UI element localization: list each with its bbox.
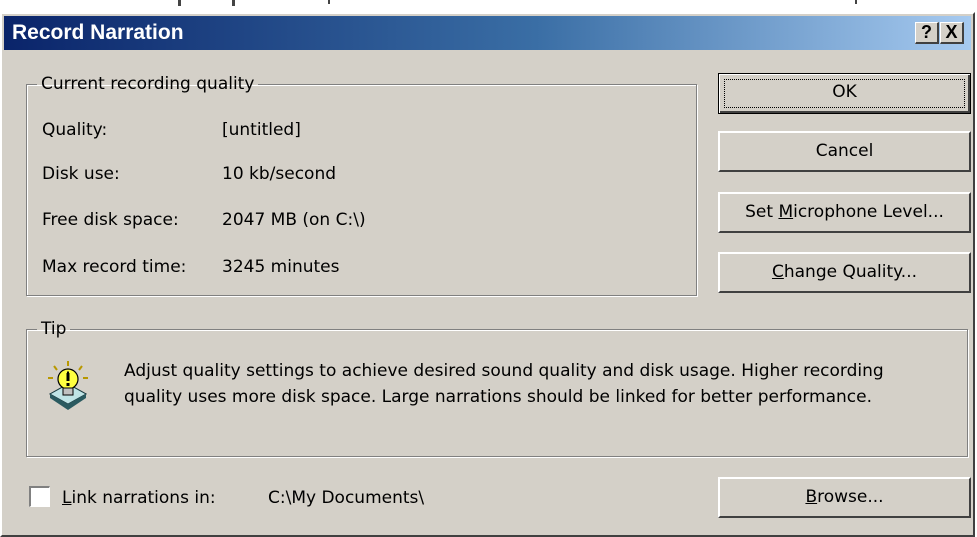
lightbulb-tip-icon bbox=[44, 360, 92, 418]
title-bar[interactable]: Record Narration ? X bbox=[4, 16, 971, 50]
browse-label: Browse... bbox=[805, 487, 884, 507]
set-microphone-level-button[interactable]: Set Microphone Level... bbox=[718, 192, 971, 233]
background-strip bbox=[0, 0, 977, 12]
cancel-button[interactable]: Cancel bbox=[718, 131, 971, 172]
background-mark bbox=[328, 0, 330, 4]
background-mark bbox=[178, 0, 181, 6]
browse-button[interactable]: Browse... bbox=[718, 477, 971, 518]
disk-use-row: Disk use: 10 kb/second bbox=[42, 164, 336, 184]
tip-legend: Tip bbox=[41, 319, 67, 339]
disk-use-label: Disk use: bbox=[42, 164, 120, 184]
quality-value: [untitled] bbox=[222, 120, 301, 140]
background-mark bbox=[855, 0, 857, 4]
help-button[interactable]: ? bbox=[915, 22, 939, 44]
background-mark bbox=[232, 0, 235, 6]
link-narrations-checkbox[interactable] bbox=[29, 486, 50, 507]
max-record-time-value: 3245 minutes bbox=[222, 257, 340, 277]
close-button[interactable]: X bbox=[940, 22, 964, 44]
max-record-time-row: Max record time: 3245 minutes bbox=[42, 257, 339, 277]
link-narrations-label[interactable]: Link narrations in: bbox=[62, 488, 216, 508]
disk-use-value: 10 kb/second bbox=[222, 164, 337, 184]
free-disk-space-label: Free disk space: bbox=[42, 210, 179, 230]
quality-row: Quality: [untitled] bbox=[42, 120, 301, 140]
max-record-time-label: Max record time: bbox=[42, 257, 187, 277]
free-disk-space-row: Free disk space: 2047 MB (on C:\) bbox=[42, 210, 366, 230]
window-title: Record Narration bbox=[12, 21, 184, 44]
tip-text: Adjust quality settings to achieve desir… bbox=[124, 361, 884, 407]
cancel-label: Cancel bbox=[815, 141, 874, 161]
ok-label: OK bbox=[832, 82, 857, 102]
current-quality-legend: Current recording quality bbox=[41, 74, 255, 94]
record-narration-dialog: Record Narration ? X Current recording q… bbox=[0, 12, 975, 537]
set-microphone-level-label: Set Microphone Level... bbox=[745, 202, 944, 222]
close-icon: X bbox=[945, 22, 958, 42]
change-quality-label: Change Quality... bbox=[771, 262, 918, 282]
help-icon: ? bbox=[921, 22, 932, 42]
ok-button[interactable]: OK bbox=[718, 73, 971, 114]
free-disk-space-value: 2047 MB (on C:\) bbox=[222, 210, 366, 230]
quality-label: Quality: bbox=[42, 120, 108, 140]
narrations-path: C:\My Documents\ bbox=[268, 488, 425, 508]
change-quality-button[interactable]: Change Quality... bbox=[718, 252, 971, 293]
